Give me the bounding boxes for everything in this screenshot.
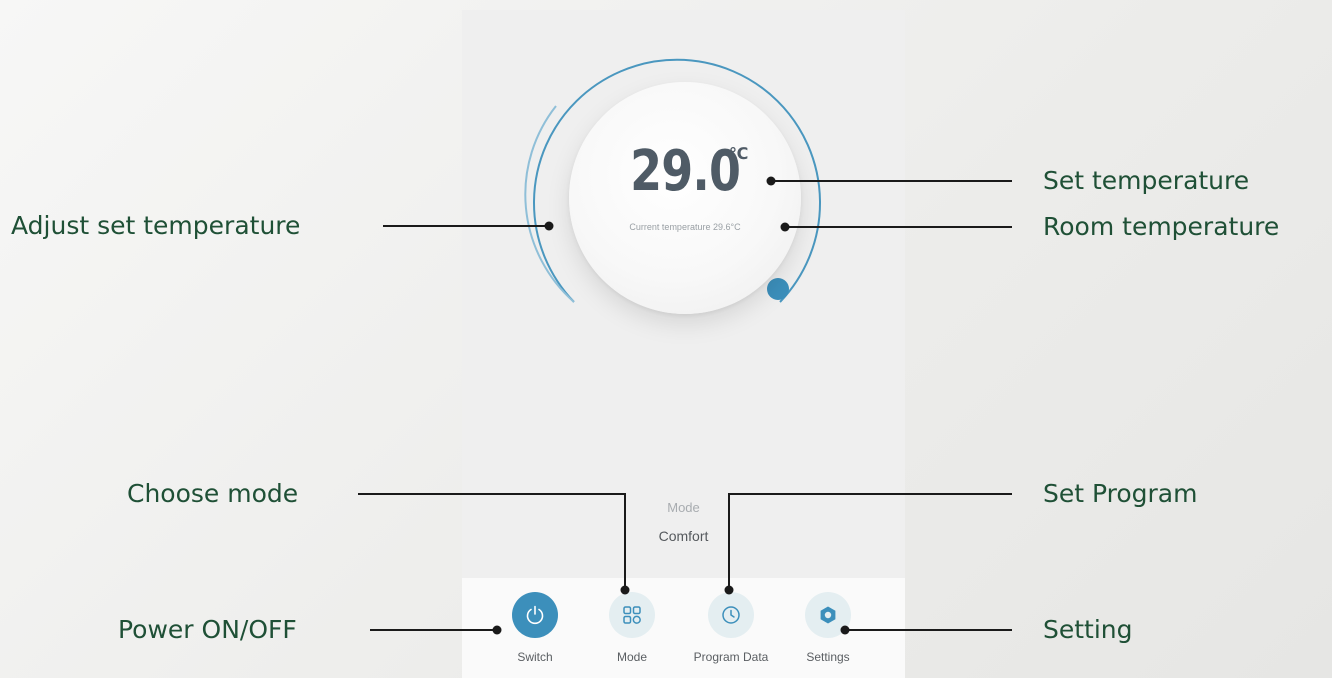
settings-button[interactable]: Settings [778,592,878,664]
annotation-set-temperature: Set temperature [1043,166,1250,195]
program-data-circle[interactable] [708,592,754,638]
settings-circle[interactable] [805,592,851,638]
switch-circle[interactable] [512,592,558,638]
annotation-set-program: Set Program [1043,479,1198,508]
set-temperature-value: 29.0 [629,139,741,204]
annotation-power-on-off: Power ON/OFF [118,615,297,644]
dial-handle[interactable] [767,278,789,300]
power-icon [526,605,544,625]
mode-circle[interactable] [609,592,655,638]
settings-label: Settings [806,650,850,664]
current-temperature: Current temperature 29.6°C [629,222,741,232]
annotation-adjust-set-temperature: Adjust set temperature [11,211,301,240]
gear-icon [820,606,836,624]
annotation-setting: Setting [1043,615,1133,644]
program-data-label: Program Data [693,650,769,664]
clock-icon [722,606,740,624]
set-temperature-display: 29.0 ℃ [569,142,801,202]
annotation-choose-mode: Choose mode [127,479,299,508]
annotation-room-temperature: Room temperature [1043,212,1280,241]
bottom-tab-bar: Switch Mode Program Data Settings [462,578,905,678]
thermostat-screen: 29.0 ℃ Current temperature 29.6°C Mode C… [462,10,905,678]
switch-button[interactable]: Switch [485,592,585,664]
program-data-button[interactable]: Program Data [681,592,781,664]
mode-value: Comfort [658,528,709,544]
switch-label: Switch [517,650,553,664]
mode-label: Mode [616,650,648,664]
grid-icon [623,606,641,624]
mode-button[interactable]: Mode [582,592,682,664]
temperature-unit: ℃ [729,144,749,163]
mode-caption: Mode [667,500,700,515]
